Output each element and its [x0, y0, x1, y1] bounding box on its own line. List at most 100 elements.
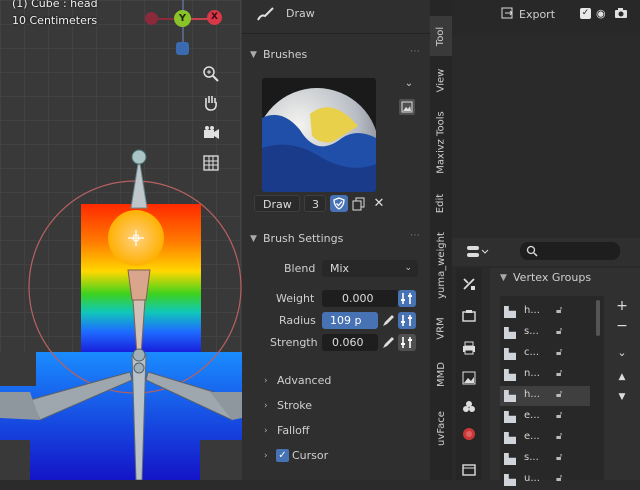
radius-pen-pressure-icon[interactable]	[380, 312, 396, 329]
list-item[interactable]: u... 🔓︎	[500, 470, 590, 490]
add-group-plus-icon[interactable]: +	[614, 298, 630, 314]
y-axis-icon[interactable]: Y	[174, 10, 191, 27]
properties-header	[452, 238, 640, 266]
lock-icon: 🔓︎	[556, 389, 563, 400]
hand-icon[interactable]	[201, 93, 221, 113]
drag-handle-icon[interactable]: ⋯	[410, 46, 420, 57]
strength-pen-pressure-icon[interactable]	[380, 334, 396, 351]
neg-x-axis-icon[interactable]	[145, 12, 158, 25]
scene-icon[interactable]	[461, 398, 477, 414]
cursor-checkbox[interactable]: ✓	[276, 449, 289, 462]
tool-wrench-icon[interactable]	[461, 276, 477, 292]
vertex-groups-collapse-icon[interactable]: ▼	[500, 273, 507, 283]
z-axis-icon[interactable]	[176, 42, 189, 55]
object-info-text: (1) Cube : head	[12, 0, 98, 10]
fake-user-shield-icon[interactable]	[330, 195, 348, 212]
export-collection-label[interactable]: Export	[519, 8, 555, 21]
vertex-groups-title[interactable]: Vertex Groups	[513, 271, 591, 284]
tab-tool[interactable]: Tool	[430, 16, 452, 56]
brush-tool-icon	[256, 6, 276, 22]
lock-icon: 🔓︎	[556, 368, 563, 379]
specials-chevron-down-icon[interactable]: ⌄	[614, 346, 630, 362]
tab-uvface[interactable]: uvFace	[430, 400, 452, 456]
brush-preview-thumbnail[interactable]	[262, 78, 376, 192]
tab-view[interactable]: View	[430, 60, 452, 100]
weight-slider[interactable]: 0.000	[322, 290, 398, 307]
stroke-subpanel[interactable]: Stroke	[277, 399, 312, 412]
sidebar-tab-strip: Tool View Maxivz Tools Edit yuma_weight …	[430, 0, 452, 480]
advanced-expand-icon[interactable]: ›	[264, 376, 268, 386]
radius-unit-toggle-icon[interactable]	[398, 312, 416, 329]
vertex-groups-list[interactable]: h... 🔓︎ s... 🔓︎ c... 🔓︎ n... 🔓︎ h... 🔓︎ e... 🔓…	[500, 296, 604, 486]
properties-search-field[interactable]	[520, 242, 620, 260]
falloff-expand-icon[interactable]: ›	[264, 426, 268, 436]
render-camera-icon[interactable]	[614, 6, 628, 20]
tab-edit[interactable]: Edit	[430, 184, 452, 222]
view-layer-image-icon[interactable]	[461, 370, 477, 386]
x-axis-icon[interactable]: X	[207, 10, 222, 25]
drag-handle-icon[interactable]: ⋯	[410, 230, 420, 241]
list-item[interactable]: s... 🔓︎	[500, 323, 590, 343]
list-item[interactable]: h... 🔓︎	[500, 302, 590, 322]
move-down-icon[interactable]: ▼	[614, 392, 630, 408]
radius-label: Radius	[279, 314, 316, 327]
brush-settings-title[interactable]: Brush Settings	[263, 232, 343, 245]
strength-label: Strength	[270, 336, 318, 349]
editor-type-icon[interactable]	[466, 244, 490, 260]
vertex-group-icon	[504, 453, 516, 465]
weight-pressure-toggle-icon[interactable]	[398, 290, 416, 307]
lock-icon: 🔓︎	[556, 326, 563, 337]
tab-vrm[interactable]: VRM	[430, 308, 452, 348]
unlink-close-icon[interactable]: ✕	[372, 196, 386, 212]
tab-mmd[interactable]: MMD	[430, 352, 452, 396]
falloff-subpanel[interactable]: Falloff	[277, 424, 309, 437]
tab-top-stub[interactable]	[430, 0, 452, 14]
brush-name-field[interactable]: Draw	[254, 195, 300, 212]
list-item-selected[interactable]: h... 🔓︎	[500, 386, 590, 406]
blend-label: Blend	[284, 262, 316, 275]
advanced-subpanel[interactable]: Advanced	[277, 374, 331, 387]
cursor-expand-icon[interactable]: ›	[264, 451, 268, 461]
remove-group-minus-icon[interactable]: −	[614, 318, 630, 334]
brushes-collapse-icon[interactable]: ▼	[250, 50, 257, 60]
chevron-down-icon: ⌄	[404, 263, 412, 273]
render-icon[interactable]	[461, 308, 477, 324]
tab-maxivz-tools[interactable]: Maxivz Tools	[430, 104, 452, 180]
camera-icon[interactable]	[201, 123, 221, 143]
lock-icon: 🔓︎	[556, 410, 563, 421]
cursor-subpanel[interactable]: Cursor	[292, 449, 328, 462]
vertex-group-icon	[504, 432, 516, 444]
blend-dropdown[interactable]: Mix ⌄	[322, 260, 418, 277]
brush-settings-collapse-icon[interactable]: ▼	[250, 234, 257, 244]
list-item[interactable]: e... 🔓︎	[500, 407, 590, 427]
brushes-section-title[interactable]: Brushes	[263, 48, 307, 61]
image-icon[interactable]	[399, 99, 415, 115]
tab-yuma-weight[interactable]: yuma_weight	[430, 226, 452, 304]
list-item[interactable]: n... 🔓︎	[500, 365, 590, 385]
move-up-icon[interactable]: ▲	[614, 372, 630, 388]
collection-icon[interactable]	[461, 462, 477, 478]
outliner[interactable]: Export ✓ ◉	[452, 0, 640, 36]
vertex-group-icon	[504, 327, 516, 339]
output-printer-icon[interactable]	[461, 340, 477, 356]
world-icon[interactable]	[461, 426, 477, 442]
radius-slider[interactable]: 109 p	[322, 312, 378, 329]
navigation-gizmo[interactable]: Y X	[145, 10, 225, 60]
vertex-group-icon	[504, 348, 516, 360]
strength-pressure-toggle-icon[interactable]	[398, 334, 416, 351]
chevron-down-icon[interactable]: ⌄	[401, 78, 417, 92]
3d-viewport[interactable]: (1) Cube : head 10 Centimeters Y X	[0, 0, 242, 480]
duplicate-icon[interactable]	[351, 196, 367, 212]
grid-icon[interactable]	[201, 153, 221, 173]
list-item[interactable]: e... 🔓︎	[500, 428, 590, 448]
stroke-expand-icon[interactable]: ›	[264, 401, 268, 411]
zoom-icon[interactable]	[201, 64, 221, 84]
exclude-checkbox[interactable]: ✓	[580, 8, 591, 19]
eye-icon[interactable]: ◉	[596, 7, 606, 20]
tool-properties-panel: Draw ▼ Brushes ⋯ ⌄ Draw 3 ✕ ▼ Brush Sett…	[242, 0, 430, 480]
brush-users-count[interactable]: 3	[304, 195, 326, 212]
list-item[interactable]: s... 🔓︎	[500, 449, 590, 469]
list-scrollbar[interactable]	[596, 300, 600, 336]
strength-slider[interactable]: 0.060	[322, 334, 378, 351]
list-item[interactable]: c... 🔓︎	[500, 344, 590, 364]
